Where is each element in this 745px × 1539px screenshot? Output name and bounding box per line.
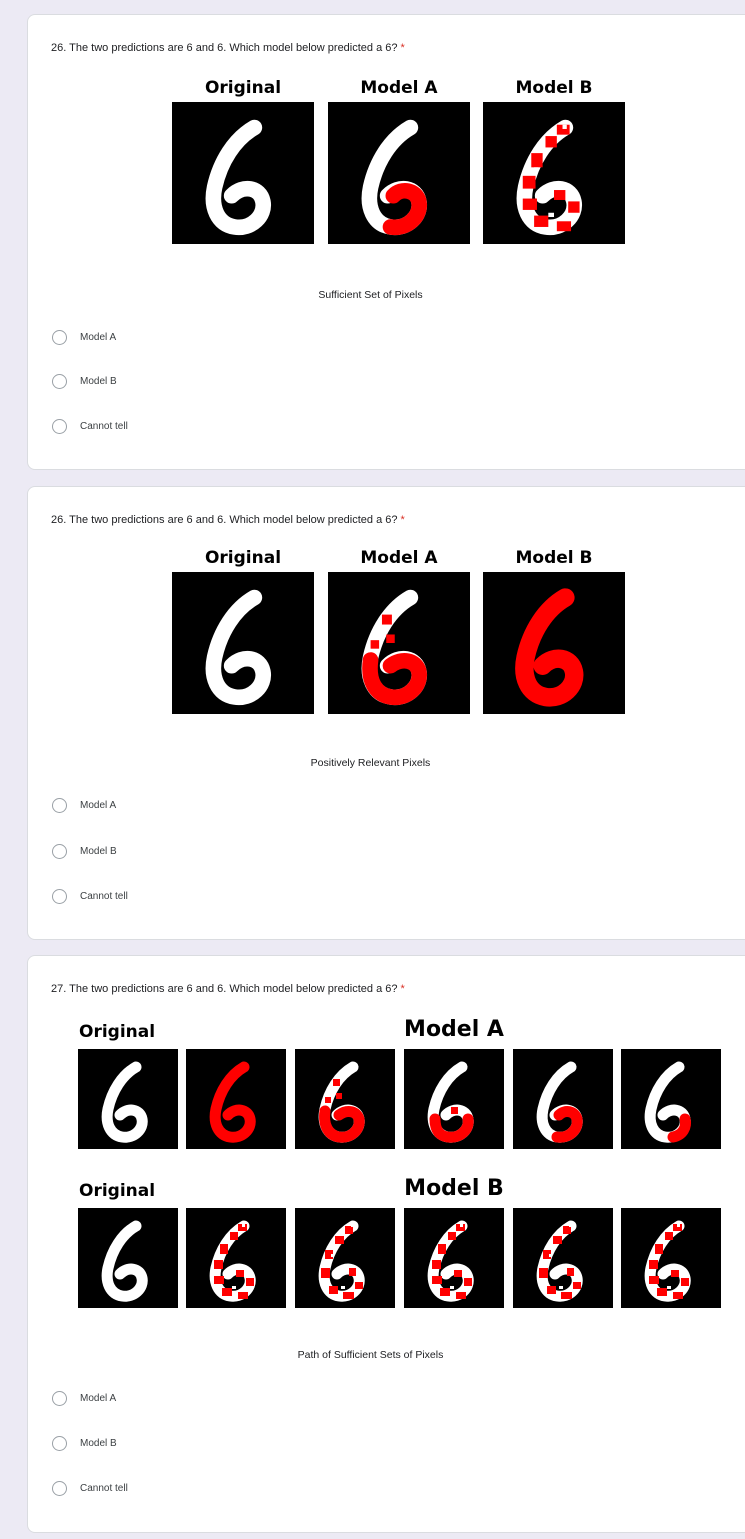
option-label: Model A — [80, 1392, 117, 1404]
option-cannot-tell[interactable]: Cannot tell — [52, 1479, 128, 1497]
handwritten-six-digit — [516, 119, 582, 236]
option-model-b[interactable]: Model B — [52, 372, 117, 390]
option-model-a[interactable]: Model A — [52, 796, 116, 814]
question-title: 27. The two predictions are 6 and 6. Whi… — [51, 983, 405, 995]
radio-button[interactable] — [52, 1480, 67, 1496]
model-b-path-image — [621, 1208, 721, 1308]
option-label: Model A — [80, 799, 117, 811]
model-b-path-image — [513, 1208, 613, 1308]
radio-button[interactable] — [52, 797, 67, 813]
handwritten-six-digit — [318, 1061, 365, 1143]
figure-header-model-b: Model B — [515, 548, 593, 568]
handwritten-six-digit — [515, 588, 584, 707]
option-label: Cannot tell — [80, 890, 128, 902]
figure-header-original-row-a: Original — [79, 1022, 156, 1042]
handwritten-six-digit — [361, 589, 427, 706]
option-cannot-tell[interactable]: Cannot tell — [52, 887, 128, 905]
figure-caption: Positively Relevant Pixels — [310, 757, 431, 769]
figure-header-model-a: Model A — [360, 548, 438, 568]
radio-button[interactable] — [52, 888, 67, 904]
handwritten-six-digit — [427, 1220, 474, 1302]
model-a-digit-image — [328, 572, 470, 714]
model-b-path-image — [295, 1208, 395, 1308]
required-asterisk: * — [400, 514, 405, 526]
figure-caption: Path of Sufficient Sets of Pixels — [297, 1349, 444, 1361]
question-title: 26. The two predictions are 6 and 6. Whi… — [51, 514, 405, 526]
figure-header-original: Original — [204, 548, 282, 568]
model-b-path-image — [404, 1208, 504, 1308]
required-asterisk: * — [400, 983, 405, 995]
radio-button[interactable] — [52, 1435, 67, 1451]
question-card-26a: 26. The two predictions are 6 and 6. Whi… — [27, 14, 745, 470]
figure-caption: Sufficient Set of Pixels — [318, 289, 423, 301]
required-asterisk: * — [400, 42, 405, 54]
radio-button[interactable] — [52, 843, 67, 859]
original-digit-image — [78, 1208, 178, 1308]
handwritten-six-digit — [318, 1220, 365, 1302]
handwritten-six-digit — [205, 119, 271, 236]
original-digit-image — [172, 102, 314, 244]
option-model-a[interactable]: Model A — [52, 328, 116, 346]
option-label: Model B — [80, 375, 117, 387]
figure-header-model-a: Model A — [404, 1017, 504, 1042]
figure-header-model-b: Model B — [404, 1176, 504, 1201]
handwritten-six-digit — [536, 1220, 583, 1302]
question-text: 26. The two predictions are 6 and 6. Whi… — [51, 514, 398, 526]
option-label: Model B — [80, 1437, 117, 1449]
model-a-path-image — [404, 1049, 504, 1149]
question-card-27: 27. The two predictions are 6 and 6. Whi… — [27, 955, 745, 1533]
figure-header-original: Original — [204, 78, 282, 98]
question-card-26b: 26. The two predictions are 6 and 6. Whi… — [27, 486, 745, 940]
radio-button[interactable] — [52, 418, 67, 434]
option-label: Cannot tell — [80, 1482, 128, 1494]
handwritten-six-digit — [101, 1061, 148, 1143]
model-a-path-image — [186, 1049, 286, 1149]
model-b-digit-image — [483, 102, 625, 244]
option-model-a[interactable]: Model A — [52, 1389, 116, 1407]
model-b-path-image — [186, 1208, 286, 1308]
model-a-path-image — [513, 1049, 613, 1149]
model-a-path-image — [621, 1049, 721, 1149]
figure-header-original-row-b: Original — [79, 1181, 156, 1201]
handwritten-six-digit — [536, 1061, 583, 1143]
question-text: 26. The two predictions are 6 and 6. Whi… — [51, 42, 398, 54]
radio-button[interactable] — [52, 329, 67, 345]
handwritten-six-digit — [205, 589, 271, 706]
radio-button[interactable] — [52, 1390, 67, 1406]
question-title: 26. The two predictions are 6 and 6. Whi… — [51, 42, 405, 54]
model-a-path-image — [295, 1049, 395, 1149]
option-label: Model B — [80, 845, 117, 857]
option-label: Model A — [80, 331, 117, 343]
model-b-digit-image — [483, 572, 625, 714]
figure-header-model-b: Model B — [515, 78, 593, 98]
handwritten-six-digit — [361, 119, 427, 236]
handwritten-six-digit — [101, 1220, 148, 1302]
figure-header-model-a: Model A — [360, 78, 438, 98]
option-model-b[interactable]: Model B — [52, 1434, 117, 1452]
original-digit-image — [78, 1049, 178, 1149]
option-model-b[interactable]: Model B — [52, 842, 117, 860]
handwritten-six-digit — [644, 1220, 691, 1302]
option-cannot-tell[interactable]: Cannot tell — [52, 417, 128, 435]
option-label: Cannot tell — [80, 420, 128, 432]
handwritten-six-digit — [209, 1220, 256, 1302]
original-digit-image — [172, 572, 314, 714]
handwritten-six-digit — [644, 1061, 691, 1143]
question-text: 27. The two predictions are 6 and 6. Whi… — [51, 983, 398, 995]
radio-button[interactable] — [52, 373, 67, 389]
handwritten-six-digit — [209, 1061, 256, 1143]
handwritten-six-digit — [427, 1061, 474, 1143]
model-a-digit-image — [328, 102, 470, 244]
